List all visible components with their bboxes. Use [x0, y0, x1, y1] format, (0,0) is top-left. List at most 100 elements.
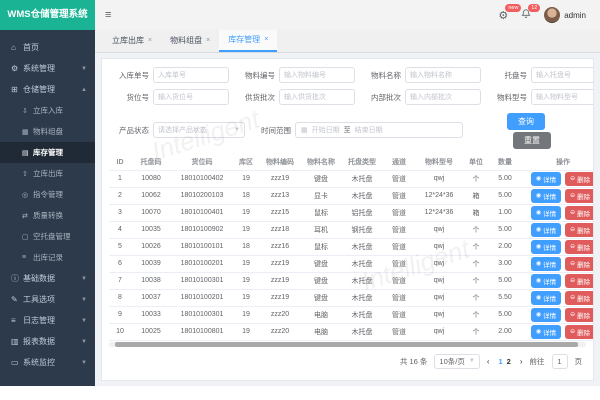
sidebar-item-storage-mgmt[interactable]: ⊞仓储管理▲	[0, 79, 95, 100]
detail-button[interactable]: ◉详情	[531, 325, 561, 339]
slot-no-input[interactable]	[153, 89, 229, 105]
detail-button[interactable]: ◉详情	[531, 189, 561, 203]
page-number-1[interactable]: 1	[496, 357, 504, 366]
table-cell: 10	[109, 323, 131, 340]
table-cell: 18010200103	[171, 187, 233, 204]
minus-circle-icon: ⊖	[570, 243, 575, 250]
table-cell: 显卡	[301, 187, 341, 204]
goto-page-input[interactable]	[552, 354, 568, 369]
next-page-button[interactable]: ›	[520, 357, 523, 366]
delete-button[interactable]: ⊖删除	[565, 325, 594, 339]
table-cell: 个	[463, 306, 489, 323]
table-cell: 2.00	[489, 323, 521, 340]
delete-button[interactable]: ⊖删除	[565, 291, 594, 305]
sidebar-item-command[interactable]: ◎指令管理	[0, 184, 95, 205]
detail-button[interactable]: ◉详情	[531, 240, 561, 254]
tab-close-icon[interactable]: ×	[264, 29, 268, 51]
wms-app: WMS仓储管理系统 ≡ ⚙new 12 admin ⌂首页⚙系统管理▼⊞仓储管理…	[0, 0, 600, 386]
actions-cell: ◉详情 ⊖删除	[521, 170, 594, 187]
inner-batch-input[interactable]	[405, 89, 481, 105]
sidebar-item-out-record[interactable]: ≡出库记录	[0, 247, 95, 268]
actions-cell: ◉详情 ⊖删除	[521, 255, 594, 272]
delete-button[interactable]: ⊖删除	[565, 240, 594, 254]
filter-field-pallet-no: 托盘号	[487, 67, 594, 83]
tab-bar: 立库出库×物料组盘×库存管理×	[95, 30, 600, 53]
sidebar-collapse-icon[interactable]: ≡	[105, 9, 111, 21]
reset-button[interactable]: 重置	[513, 132, 551, 149]
material-code-input[interactable]	[279, 67, 355, 83]
delete-button[interactable]: ⊖删除	[565, 274, 594, 288]
sidebar-item-tools[interactable]: ✎工具选项▼	[0, 289, 95, 310]
table-cell: 木托盘	[341, 323, 383, 340]
delete-button[interactable]: ⊖删除	[565, 308, 594, 322]
sidebar-item-empty-pallet[interactable]: ▢空托盘管理	[0, 226, 95, 247]
delete-button[interactable]: ⊖删除	[565, 257, 594, 271]
filter-row-1: 入库单号物料编号物料名称托盘号	[109, 67, 586, 83]
sidebar-item-palletize[interactable]: ▦物料组盘	[0, 121, 95, 142]
table-cell: qwj	[415, 272, 463, 289]
detail-button[interactable]: ◉详情	[531, 172, 561, 186]
pallet-no-input[interactable]	[531, 67, 594, 83]
sidebar-item-home[interactable]: ⌂首页	[0, 37, 95, 58]
material-model-input[interactable]	[531, 89, 594, 105]
settings-gear-icon[interactable]: ⚙new	[498, 9, 508, 22]
horizontal-scrollbar[interactable]	[109, 342, 586, 347]
user-menu[interactable]: admin	[544, 7, 586, 23]
table-header-row: ID托盘码货位码库区物料编码物料名称托盘类型通道物料型号单位数量操作	[109, 155, 594, 170]
detail-button[interactable]: ◉详情	[531, 206, 561, 220]
delete-button[interactable]: ⊖删除	[565, 172, 594, 186]
sidebar-item-inventory[interactable]: ▤库存管理	[0, 142, 95, 163]
table-cell: zzz16	[259, 238, 301, 255]
delete-button[interactable]: ⊖删除	[565, 206, 594, 220]
field-label: 物料型号	[487, 92, 531, 103]
sidebar-item-monitor[interactable]: ▭系统监控▼	[0, 352, 95, 373]
tab-outbound[interactable]: 立库出库×	[103, 30, 161, 52]
table-cell: 电脑	[301, 306, 341, 323]
detail-button[interactable]: ◉详情	[531, 274, 561, 288]
page-size-value: 10条/页	[439, 356, 464, 367]
date-range-picker[interactable]: ▦ 开始日期 至 结束日期	[295, 122, 463, 138]
detail-button[interactable]: ◉详情	[531, 291, 561, 305]
prev-page-button[interactable]: ‹	[487, 357, 490, 366]
detail-button[interactable]: ◉详情	[531, 223, 561, 237]
field-label: 供货批次	[235, 92, 279, 103]
sidebar-item-logs[interactable]: ≡日志管理▼	[0, 310, 95, 331]
table-cell: 键盘	[301, 255, 341, 272]
table-cell: 键盘	[301, 170, 341, 187]
sidebar-item-system-mgmt[interactable]: ⚙系统管理▼	[0, 58, 95, 79]
sidebar-item-quality[interactable]: ⇄质量转换	[0, 205, 95, 226]
delete-button[interactable]: ⊖删除	[565, 189, 594, 203]
tab-close-icon[interactable]: ×	[206, 30, 210, 52]
notification-bell-icon[interactable]: 12	[521, 9, 531, 22]
topbar-actions: ⚙new 12 admin	[498, 7, 600, 23]
sidebar-item-label: 出库记录	[33, 252, 63, 263]
detail-button[interactable]: ◉详情	[531, 257, 561, 271]
product-status-select[interactable]: 请选择产品状态 ▼	[153, 122, 245, 138]
search-button[interactable]: 查询	[507, 113, 545, 130]
supply-batch-input[interactable]	[279, 89, 355, 105]
sidebar-item-base-data[interactable]: ⓘ基础数据▼	[0, 268, 95, 289]
info-circle-icon: ◉	[536, 243, 541, 250]
table-cell: 木托盘	[341, 170, 383, 187]
sidebar-item-inbound[interactable]: ⇩立库入库	[0, 100, 95, 121]
delete-button[interactable]: ⊖删除	[565, 223, 594, 237]
table-cell: 个	[463, 170, 489, 187]
scrollbar-thumb[interactable]	[115, 342, 578, 347]
tab-close-icon[interactable]: ×	[148, 30, 152, 52]
field-label: 托盘号	[487, 70, 531, 81]
info-icon: ⓘ	[11, 273, 23, 284]
detail-button[interactable]: ◉详情	[531, 308, 561, 322]
tab-inventory[interactable]: 库存管理×	[219, 30, 277, 52]
sidebar-item-reports[interactable]: ▥报表数据▼	[0, 331, 95, 352]
table-cell: 12*24*36	[415, 204, 463, 221]
sidebar-item-outbound[interactable]: ⇧立库出库	[0, 163, 95, 184]
page-number-2[interactable]: 2	[505, 357, 513, 366]
page-size-select[interactable]: 10条/页 ▼	[434, 354, 479, 369]
sidebar: ⌂首页⚙系统管理▼⊞仓储管理▲⇩立库入库▦物料组盘▤库存管理⇧立库出库◎指令管理…	[0, 30, 95, 386]
filter-field-material-model: 物料型号	[487, 89, 594, 105]
tab-palletize[interactable]: 物料组盘×	[161, 30, 219, 52]
column-header: 库区	[233, 155, 259, 170]
inbound-no-input[interactable]	[153, 67, 229, 83]
material-name-input[interactable]	[405, 67, 481, 83]
minus-circle-icon: ⊖	[570, 260, 575, 267]
